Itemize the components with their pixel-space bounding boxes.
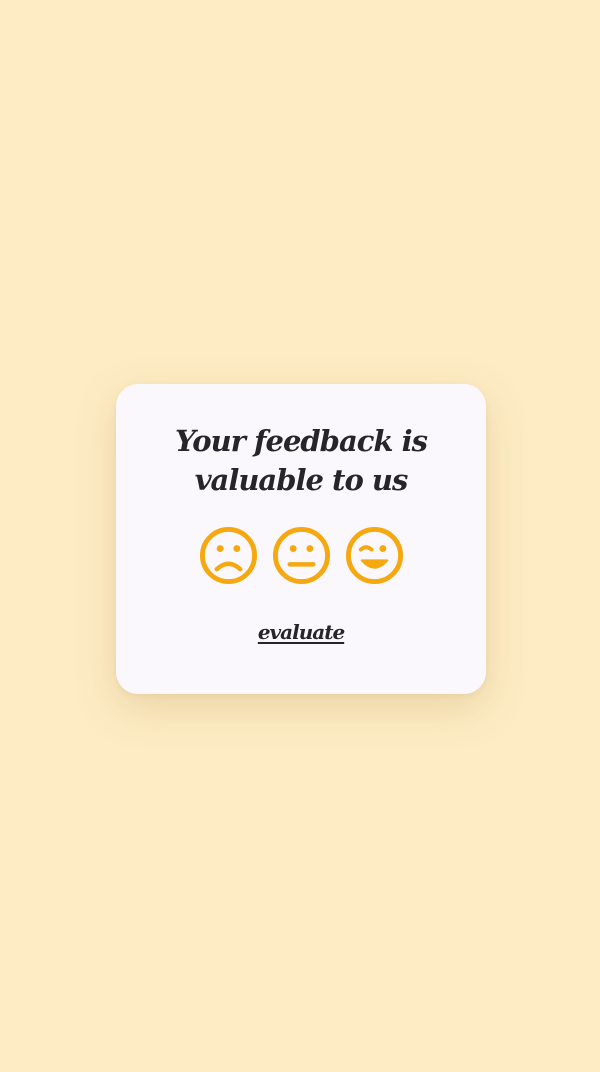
- rating-options: [116, 526, 486, 585]
- feedback-title: Your feedback is valuable to us: [175, 424, 428, 497]
- winking-face-icon: [345, 526, 403, 585]
- evaluate-link[interactable]: evaluate: [258, 620, 345, 644]
- neutral-face-icon: [272, 526, 330, 585]
- evaluate-container: evaluate: [116, 620, 486, 644]
- feedback-card: Your feedback is valuable to us evaluate: [116, 384, 486, 694]
- rating-happy-button[interactable]: [345, 526, 404, 585]
- rating-sad-button[interactable]: [199, 526, 258, 585]
- rating-neutral-button[interactable]: [272, 526, 331, 585]
- sad-face-icon: [199, 526, 257, 585]
